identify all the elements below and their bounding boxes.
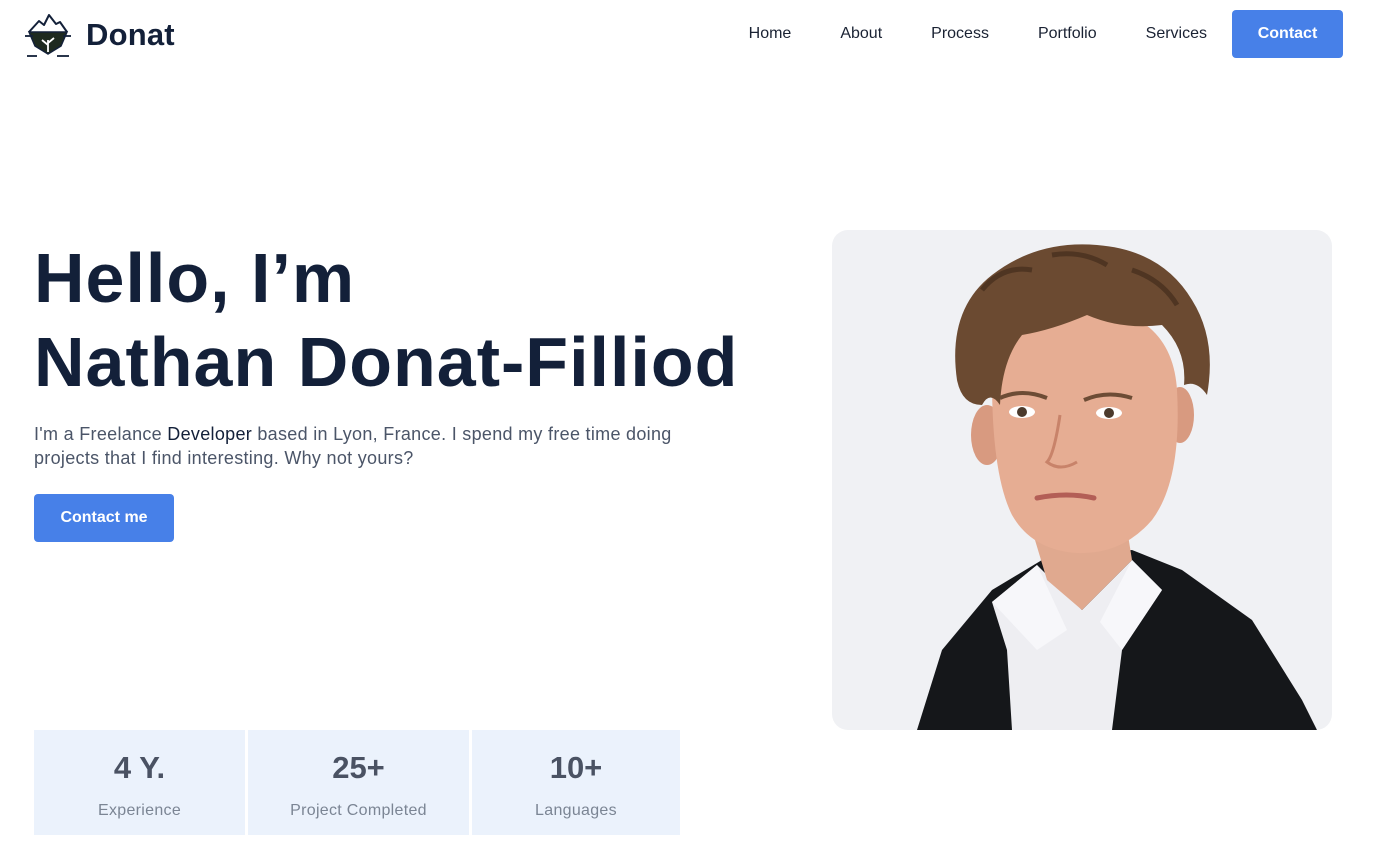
stat-card-experience: 4 Y. Experience [34,730,245,835]
nav-contact-button[interactable]: Contact [1232,10,1343,58]
stat-card-languages: 10+ Languages [472,730,680,835]
stat-value: 4 Y. [113,750,166,785]
hero-text-highlight: Developer [167,424,253,444]
hero-description: I'm a Freelance Developer based in Lyon,… [34,422,674,470]
hero-title-line-1: Hello, I’m [34,239,356,317]
hero-text-before: I'm a Freelance [34,424,168,444]
stat-label: Experience [97,802,182,819]
nav-portfolio-link[interactable]: Portfolio [1038,25,1097,43]
nav-home-link[interactable]: Home [749,25,792,43]
hero-title: Hello, I’m Nathan Donat-Filliod [34,236,738,404]
nav-services-link[interactable]: Services [1146,25,1207,43]
stat-value: 10+ [549,750,603,785]
stat-card-projects: 25+ Project Completed [248,730,469,835]
brand-name: Donat [86,17,175,52]
brand-logo-link[interactable]: Donat [25,12,175,58]
portrait-photo [832,230,1332,730]
page: Donat Home About Process Portfolio Servi… [0,0,1374,858]
iceberg-logo-icon [25,14,71,57]
stat-value: 25+ [332,750,385,785]
nav-process-link[interactable]: Process [931,25,989,43]
main-nav: Home About Process Portfolio Services Co… [749,10,1343,58]
contact-me-button[interactable]: Contact me [34,494,174,542]
hero-title-line-2: Nathan Donat-Filliod [34,323,739,401]
portrait-illustration [917,244,1317,730]
stats-row: 4 Y. Experience 25+ Project Completed 10… [34,730,680,835]
nav-about-link[interactable]: About [840,25,882,43]
stat-label: Languages [535,802,617,819]
stat-label: Project Completed [290,802,427,819]
